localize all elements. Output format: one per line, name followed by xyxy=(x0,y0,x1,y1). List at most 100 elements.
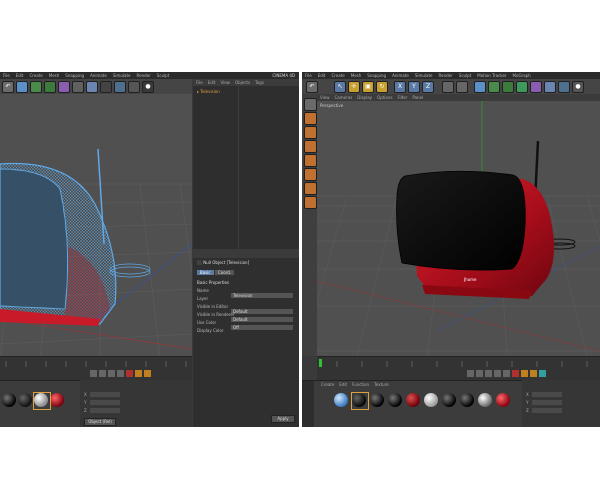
right-viewport[interactable]: View Cameras Display Options Filter Pane… xyxy=(317,94,600,356)
menu-animate[interactable]: Animate xyxy=(90,73,107,78)
deformer-icon[interactable] xyxy=(530,81,542,93)
r-menu-motion-tracker[interactable]: Motion Tracker xyxy=(477,73,506,78)
obj-menu-file[interactable]: File xyxy=(196,80,203,85)
material-black-2[interactable] xyxy=(18,393,32,407)
material-red-2[interactable] xyxy=(496,393,510,407)
rotate-icon[interactable]: ↻ xyxy=(376,81,388,93)
material-black-4[interactable] xyxy=(460,393,474,407)
fast-forward-icon[interactable] xyxy=(503,370,510,377)
menu-snapping[interactable]: Snapping xyxy=(65,73,84,78)
render-view-icon[interactable] xyxy=(442,81,454,93)
r-menu-mesh[interactable]: Mesh xyxy=(351,73,362,78)
prev-frame-icon[interactable] xyxy=(476,370,483,377)
record-icon[interactable] xyxy=(512,370,519,377)
select-icon[interactable]: ↖ xyxy=(334,81,346,93)
r-menu-animate[interactable]: Animate xyxy=(392,73,409,78)
goggles-icon[interactable]: ● xyxy=(142,81,154,93)
obj-menu-tags[interactable]: Tags xyxy=(255,80,264,85)
obj-menu-objects[interactable]: Objects xyxy=(235,80,250,85)
deformer-icon[interactable] xyxy=(58,81,70,93)
coord-field-z[interactable] xyxy=(532,408,562,413)
coord-field-y[interactable] xyxy=(532,400,562,405)
cube-icon[interactable] xyxy=(474,81,486,93)
polygons-mode-icon[interactable] xyxy=(304,168,317,181)
nurbs-icon[interactable] xyxy=(44,81,56,93)
scale-icon[interactable]: ▣ xyxy=(362,81,374,93)
play-icon[interactable] xyxy=(108,370,115,377)
autokey-icon[interactable] xyxy=(144,370,151,377)
scene-icon[interactable] xyxy=(114,81,126,93)
axis-z-icon[interactable]: Z xyxy=(422,81,434,93)
material-black-3[interactable] xyxy=(442,393,456,407)
material-red[interactable] xyxy=(406,393,420,407)
coord-mode-button[interactable]: Object (Rel) xyxy=(84,418,116,426)
vp-menu-view[interactable]: View xyxy=(320,95,330,100)
next-frame-icon[interactable] xyxy=(117,370,124,377)
cube-icon[interactable] xyxy=(16,81,28,93)
r-menu-simulate[interactable]: Simulate xyxy=(415,73,433,78)
material-silver[interactable] xyxy=(478,393,492,407)
nurbs-icon[interactable] xyxy=(502,81,514,93)
rewind-icon[interactable] xyxy=(90,370,97,377)
light-icon[interactable] xyxy=(86,81,98,93)
key-icon[interactable] xyxy=(135,370,142,377)
coord-field-z[interactable] xyxy=(90,408,120,413)
r-menu-mograph[interactable]: MoGraph xyxy=(513,73,531,78)
scene-icon[interactable] xyxy=(544,81,556,93)
material-black-1[interactable] xyxy=(2,393,16,407)
menu-sculpt[interactable]: Sculpt xyxy=(157,73,170,78)
vp-menu-display[interactable]: Display xyxy=(357,95,372,100)
record-icon[interactable] xyxy=(126,370,133,377)
vp-menu-cameras[interactable]: Cameras xyxy=(335,95,353,100)
material-white[interactable] xyxy=(424,393,438,407)
material-black-1[interactable] xyxy=(370,393,384,407)
camera-icon[interactable] xyxy=(72,81,84,93)
menu-render[interactable]: Render xyxy=(137,73,151,78)
axis-y-icon[interactable]: Y xyxy=(408,81,420,93)
render-icon[interactable] xyxy=(100,81,112,93)
edges-mode-icon[interactable] xyxy=(304,154,317,167)
render-icon[interactable] xyxy=(456,81,468,93)
menu-edit[interactable]: Edit xyxy=(16,73,24,78)
r-menu-create[interactable]: Create xyxy=(331,73,344,78)
motion-icon[interactable] xyxy=(539,370,546,377)
display-icon[interactable] xyxy=(128,81,140,93)
object-row[interactable]: ▸ Television xyxy=(197,89,220,94)
mat-menu-create[interactable]: Create xyxy=(321,382,334,387)
array-icon[interactable] xyxy=(516,81,528,93)
camera-icon[interactable] xyxy=(558,81,570,93)
menu-mesh[interactable]: Mesh xyxy=(49,73,60,78)
left-timeline[interactable] xyxy=(0,356,192,381)
layout-badge[interactable]: CINEMA 4D xyxy=(272,73,295,78)
rewind-icon[interactable] xyxy=(467,370,474,377)
mat-menu-texture[interactable]: Texture xyxy=(374,382,389,387)
coord-field-x[interactable] xyxy=(532,392,562,397)
attributes-tab-basic[interactable]: Basic xyxy=(197,270,214,275)
right-timeline[interactable] xyxy=(317,356,600,381)
material-red[interactable] xyxy=(50,393,64,407)
menu-create[interactable]: Create xyxy=(29,73,42,78)
menu-simulate[interactable]: Simulate xyxy=(113,73,131,78)
vp-menu-panel[interactable]: Panel xyxy=(412,95,423,100)
autokey-icon[interactable] xyxy=(530,370,537,377)
left-viewport[interactable] xyxy=(0,94,192,356)
spline-icon[interactable] xyxy=(488,81,500,93)
undo-icon[interactable]: ↶ xyxy=(2,81,14,93)
model-mode-icon[interactable] xyxy=(304,112,317,125)
spline-icon[interactable] xyxy=(30,81,42,93)
vp-menu-filter[interactable]: Filter xyxy=(397,95,407,100)
r-menu-render[interactable]: Render xyxy=(439,73,453,78)
texture-mode-icon[interactable] xyxy=(304,126,317,139)
mat-menu-function[interactable]: Function xyxy=(352,382,369,387)
make-editable-icon[interactable] xyxy=(304,98,317,111)
coord-field-x[interactable] xyxy=(90,392,120,397)
axis-mode-icon[interactable] xyxy=(304,182,317,195)
play-icon[interactable] xyxy=(485,370,492,377)
obj-menu-view[interactable]: View xyxy=(220,80,230,85)
r-menu-edit[interactable]: Edit xyxy=(318,73,326,78)
light-icon[interactable]: ● xyxy=(572,81,584,93)
coord-field-y[interactable] xyxy=(90,400,120,405)
next-frame-icon[interactable] xyxy=(494,370,501,377)
r-menu-file[interactable]: File xyxy=(305,73,312,78)
obj-menu-edit[interactable]: Edit xyxy=(208,80,216,85)
